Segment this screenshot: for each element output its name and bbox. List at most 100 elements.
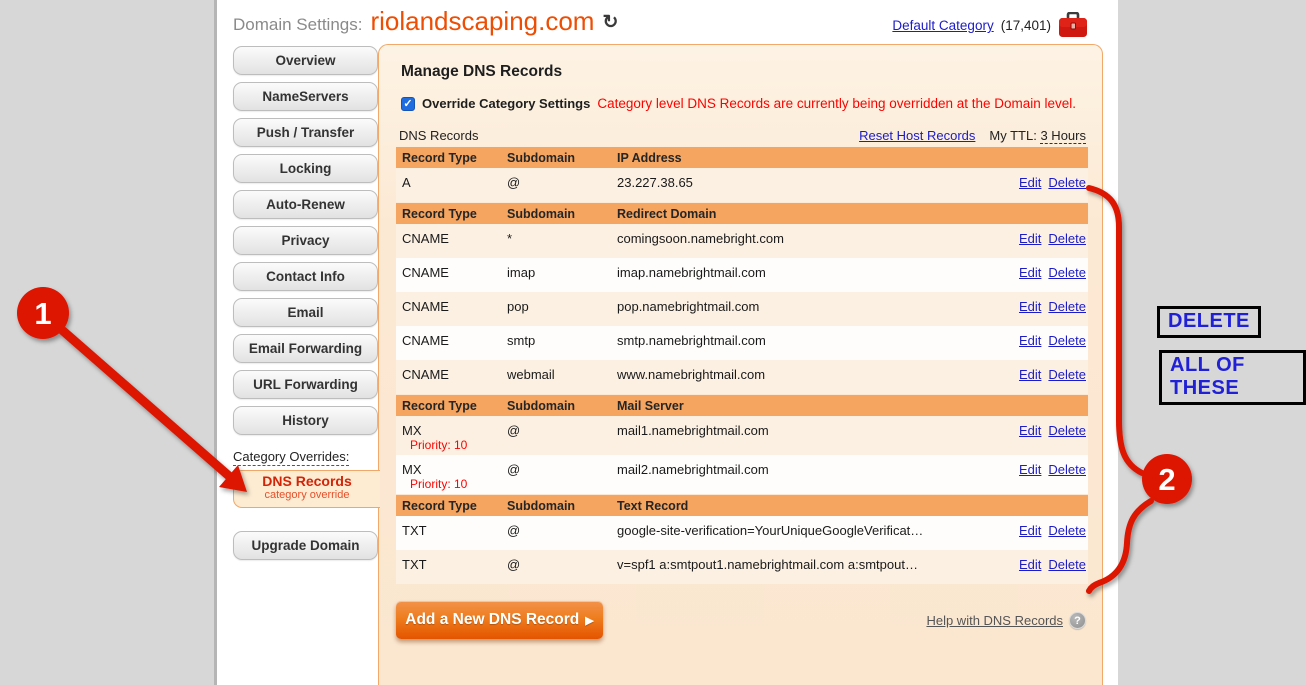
record-type: CNAME — [402, 231, 507, 246]
help-dns-records-link[interactable]: Help with DNS Records — [926, 613, 1063, 628]
edit-link[interactable]: Edit — [1019, 333, 1041, 360]
delete-link[interactable]: Delete — [1048, 367, 1086, 394]
button-arrow-icon: ▶ — [585, 614, 593, 627]
record-subdomain: @ — [507, 168, 617, 202]
dns-records-tab-sublabel: category override — [234, 489, 380, 501]
dns-section-header-row: Record TypeSubdomainText Record — [396, 495, 1088, 516]
sidebar-item-locking[interactable]: Locking — [233, 154, 378, 183]
record-type: CNAME — [402, 265, 507, 280]
record-value: pop.namebrightmail.com — [617, 292, 988, 326]
dns-record-row: CNAMEwebmailwww.namebrightmail.com Edit De… — [396, 360, 1088, 394]
sidebar-item-auto-renew[interactable]: Auto-Renew — [233, 190, 378, 219]
dns-record-row: CNAME*comingsoon.namebright.comEditDelet… — [396, 224, 1088, 258]
delete-link[interactable]: Delete — [1048, 462, 1086, 494]
dns-record-row: TXT@google-site-verification=YourUniqueG… — [396, 516, 1088, 550]
override-checkbox-label: Override Category Settings — [422, 96, 590, 111]
record-type: CNAME — [402, 367, 507, 382]
record-subdomain: @ — [507, 416, 617, 455]
default-category-link[interactable]: Default Category — [892, 18, 993, 33]
sidebar-item-upgrade-domain[interactable]: Upgrade Domain — [233, 531, 378, 560]
annotation-circle-1 — [17, 287, 69, 339]
delete-link[interactable]: Delete — [1048, 175, 1086, 202]
record-type: A — [402, 175, 507, 190]
delete-link[interactable]: Delete — [1048, 265, 1086, 292]
sidebar-item-email-forwarding[interactable]: Email Forwarding — [233, 334, 378, 363]
dns-record-row: TXT@v=spf1 a:smtpout1.namebrightmail.com… — [396, 550, 1088, 584]
record-type: CNAME — [402, 299, 507, 314]
page-title: Manage DNS Records — [401, 63, 1086, 81]
domain-settings-label: Domain Settings: — [233, 15, 362, 35]
sidebar-item-contact-info[interactable]: Contact Info — [233, 262, 378, 291]
record-value: google-site-verification=YourUniqueGoogl… — [617, 516, 988, 550]
edit-link[interactable]: Edit — [1019, 265, 1041, 292]
record-subdomain: imap — [507, 258, 617, 292]
delete-link[interactable]: Delete — [1048, 423, 1086, 455]
delete-link[interactable]: Delete — [1048, 333, 1086, 360]
dns-record-row: CNAMEimapimap.namebrightmail.comEditDele… — [396, 258, 1088, 292]
edit-link[interactable]: Edit — [1019, 367, 1041, 394]
ttl-label: My TTL: 3 Hours — [989, 128, 1086, 143]
add-dns-record-button[interactable]: Add a New DNS Record ▶ — [396, 601, 603, 639]
record-value: v=spf1 a:smtpout1.namebrightmail.com a:s… — [617, 550, 988, 584]
annotation-circle-2 — [1142, 454, 1192, 504]
sidebar-item-push-transfer[interactable]: Push / Transfer — [233, 118, 378, 147]
category-count: (17,401) — [1001, 18, 1051, 33]
annotation-arrow — [62, 330, 229, 476]
sidebar: Overview NameServers Push / Transfer Lockin… — [233, 46, 378, 442]
delete-link[interactable]: Delete — [1048, 299, 1086, 326]
annotation-step-1: 1 — [34, 296, 51, 331]
annotation-step-2: 2 — [1158, 462, 1175, 497]
edit-link[interactable]: Edit — [1019, 175, 1041, 202]
sidebar-item-email[interactable]: Email — [233, 298, 378, 327]
dns-record-row: CNAMEpoppop.namebrightmail.com Edit Delete — [396, 292, 1088, 326]
edit-link[interactable]: Edit — [1019, 231, 1041, 258]
refresh-icon[interactable]: ↻ — [602, 11, 618, 34]
dns-record-row: CNAMEsmtpsmtp.namebrightmail.comEditDele… — [396, 326, 1088, 360]
sidebar-item-privacy[interactable]: Privacy — [233, 226, 378, 255]
override-warning-text: Category level DNS Records are currently… — [597, 96, 1076, 111]
record-subdomain: webmail — [507, 360, 617, 394]
briefcase-icon[interactable] — [1058, 12, 1088, 39]
record-priority: Priority: 10 — [402, 477, 507, 492]
sidebar-item-dns-records[interactable]: DNS Records category override — [233, 470, 380, 508]
record-subdomain: @ — [507, 550, 617, 584]
edit-link[interactable]: Edit — [1019, 299, 1041, 326]
annotation-note-delete: DELETE — [1157, 306, 1261, 338]
header-right: Default Category (17,401) — [892, 12, 1088, 39]
record-value: comingsoon.namebright.com — [617, 224, 988, 258]
record-value: mail1.namebrightmail.com — [617, 416, 988, 455]
help-question-icon[interactable]: ? — [1069, 612, 1086, 629]
dns-records-table: Record TypeSubdomainIP AddressA@23.227.3… — [396, 147, 1088, 584]
edit-link[interactable]: Edit — [1019, 462, 1041, 494]
record-value: mail2.namebrightmail.com — [617, 455, 988, 494]
record-type: MX — [402, 462, 507, 477]
dns-records-tab-label: DNS Records — [234, 474, 380, 489]
record-type: TXT — [402, 557, 507, 572]
record-subdomain: pop — [507, 292, 617, 326]
edit-link[interactable]: Edit — [1019, 557, 1041, 584]
reset-host-records-link[interactable]: Reset Host Records — [859, 128, 975, 143]
page-header: Domain Settings: riolandscaping.com ↻ — [233, 6, 618, 37]
delete-link[interactable]: Delete — [1048, 523, 1086, 550]
record-type: TXT — [402, 523, 507, 538]
category-overrides-label[interactable]: Category Overrides: — [233, 449, 349, 466]
dns-section-header-row: Record TypeSubdomainRedirect Domain — [396, 203, 1088, 224]
override-category-checkbox[interactable]: ✓ — [401, 97, 415, 111]
sidebar-item-history[interactable]: History — [233, 406, 378, 435]
record-type: CNAME — [402, 333, 507, 348]
ttl-value-link[interactable]: 3 Hours — [1040, 128, 1086, 144]
dns-record-row: A@23.227.38.65EditDelete — [396, 168, 1088, 202]
sidebar-item-url-forwarding[interactable]: URL Forwarding — [233, 370, 378, 399]
edit-link[interactable]: Edit — [1019, 423, 1041, 455]
delete-link[interactable]: Delete — [1048, 557, 1086, 584]
dns-records-label: DNS Records — [399, 128, 478, 143]
dns-record-row: MXPriority: 10@mail1.namebrightmail.comE… — [396, 416, 1088, 455]
record-value: www.namebrightmail.com — [617, 360, 988, 394]
record-type: MX — [402, 423, 507, 438]
content-page: Domain Settings: riolandscaping.com ↻ De… — [214, 0, 1118, 685]
sidebar-item-overview[interactable]: Overview — [233, 46, 378, 75]
delete-link[interactable]: Delete — [1048, 231, 1086, 258]
sidebar-item-nameservers[interactable]: NameServers — [233, 82, 378, 111]
record-subdomain: smtp — [507, 326, 617, 360]
edit-link[interactable]: Edit — [1019, 523, 1041, 550]
